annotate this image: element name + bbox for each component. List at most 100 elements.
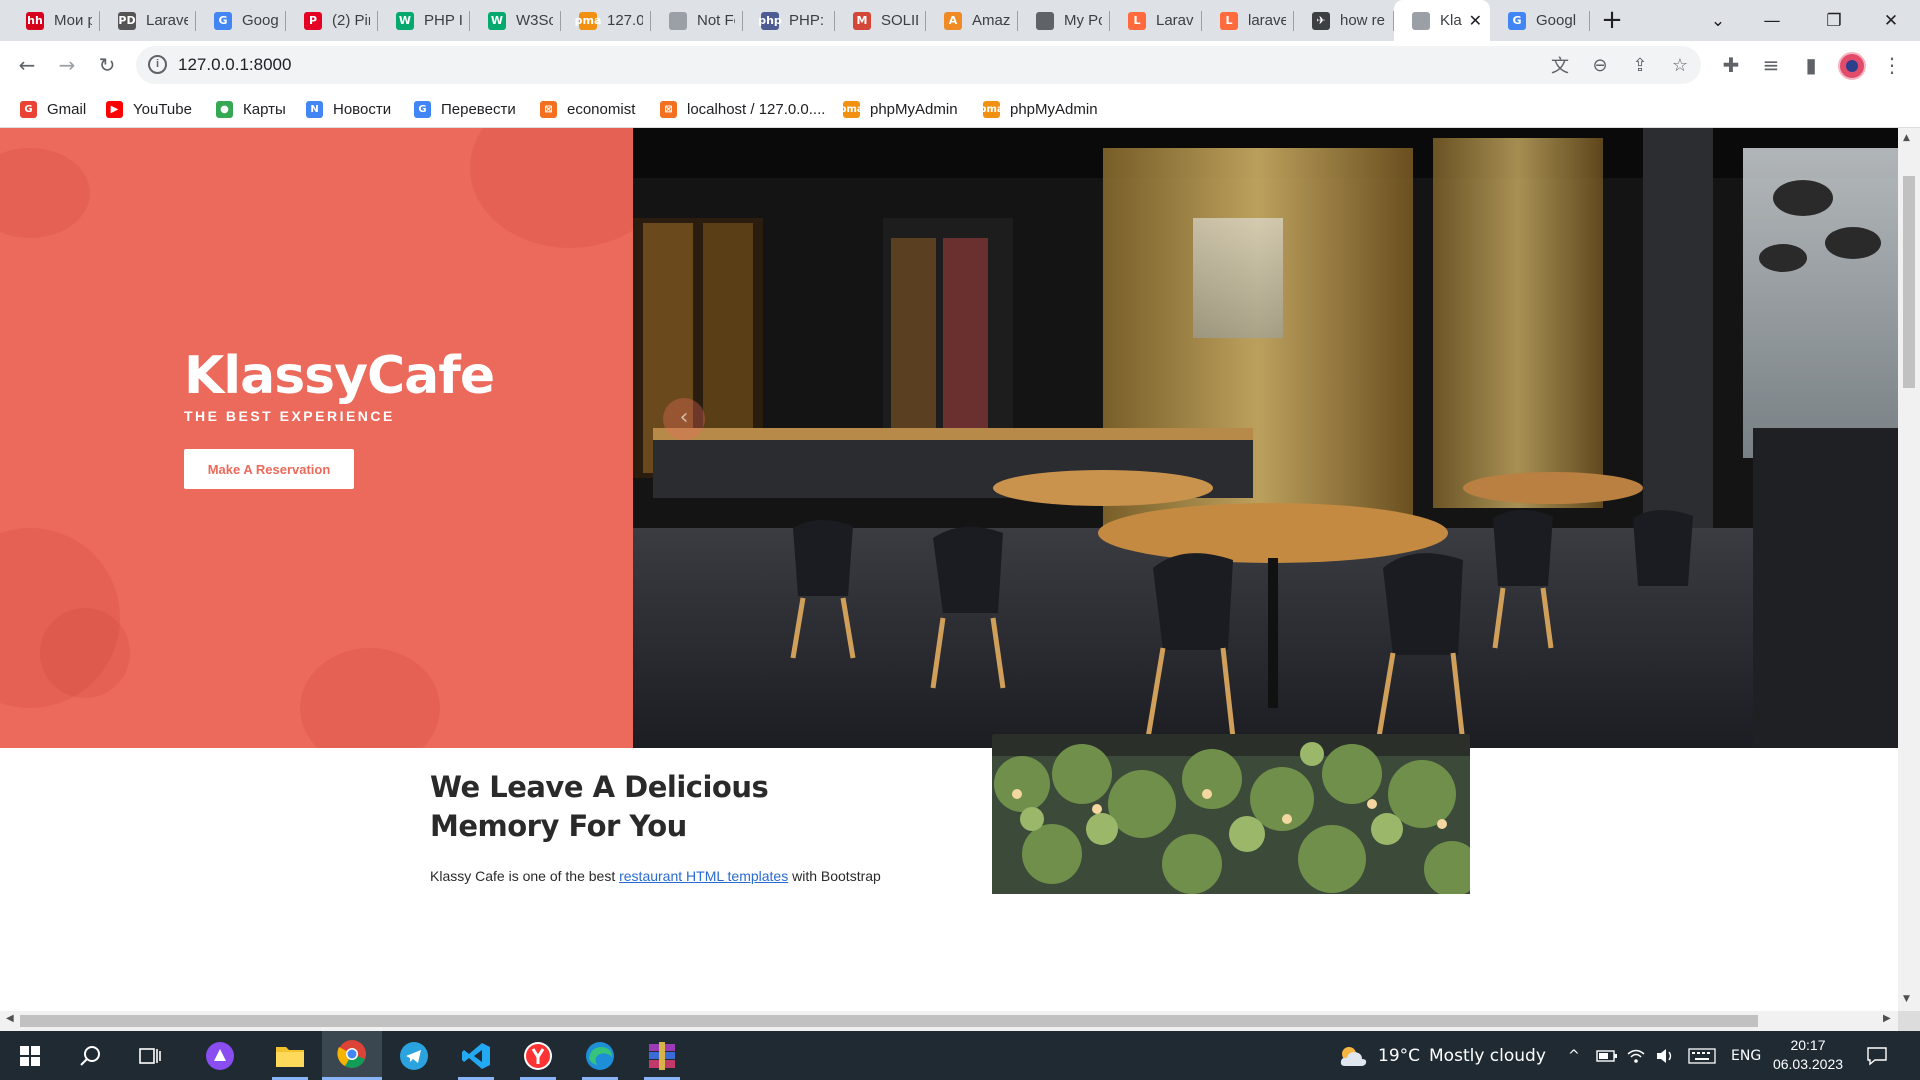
restore-button[interactable]: ❐: [1806, 0, 1862, 41]
make-reservation-button[interactable]: Make A Reservation: [184, 449, 354, 489]
bookmark-item[interactable]: ⊠ economist: [540, 97, 635, 121]
tab[interactable]: hh Мои р: [8, 0, 100, 41]
search-icon[interactable]: [60, 1031, 120, 1080]
tab[interactable]: P (2) Pin: [286, 0, 378, 41]
tab-favicon-icon: [669, 11, 687, 30]
about-text: Klassy Cafe is one of the best restauran…: [430, 868, 881, 884]
extensions-icon[interactable]: ✚: [1714, 48, 1748, 82]
tab-title: W3Sch: [516, 12, 553, 29]
restaurant-templates-link[interactable]: restaurant HTML templates: [619, 868, 788, 884]
address-bar[interactable]: i 127.0.0.1:8000 文 ⊖ ⇪ ☆: [136, 46, 1701, 84]
tab[interactable]: W PHP It: [378, 0, 470, 41]
bookmark-item[interactable]: pma phpMyAdmin: [839, 97, 958, 121]
keyboard-icon[interactable]: [1688, 1031, 1716, 1080]
chrome-taskbar-icon[interactable]: [322, 1031, 382, 1080]
bookmark-icon: G: [414, 100, 431, 118]
file-explorer-icon[interactable]: [260, 1031, 320, 1080]
translate-icon[interactable]: 文: [1547, 52, 1573, 78]
tab[interactable]: My Po: [1018, 0, 1110, 41]
slider-prev-button[interactable]: ‹: [663, 398, 705, 440]
back-icon[interactable]: ←: [10, 48, 44, 82]
tab[interactable]: M SOLID: [835, 0, 926, 41]
language-indicator[interactable]: ENG: [1731, 1031, 1761, 1080]
bookmark-item[interactable]: ● Карты: [216, 97, 286, 121]
scroll-right-icon[interactable]: ▶: [1883, 1013, 1891, 1024]
tab-close-icon[interactable]: ✕: [1463, 11, 1482, 31]
weather-widget[interactable]: 19°C Mostly cloudy: [1338, 1031, 1546, 1080]
tab[interactable]: pma 127.0.: [561, 0, 651, 41]
tab-title: (2) Pin: [332, 12, 370, 29]
profile-avatar[interactable]: [1838, 52, 1866, 80]
menu-icon[interactable]: ⋮: [1875, 48, 1909, 82]
reload-icon[interactable]: ↻: [90, 48, 124, 82]
tab[interactable]: php PHP: C: [743, 0, 835, 41]
bookmark-label: phpMyAdmin: [1010, 100, 1098, 118]
reading-list-icon[interactable]: ≡: [1754, 48, 1788, 82]
tab[interactable]: L Larave: [1110, 0, 1202, 41]
tab-favicon-icon: L: [1220, 11, 1238, 30]
bookmark-icon: ▶: [106, 100, 123, 118]
tab[interactable]: A Amazo: [926, 0, 1018, 41]
vertical-scroll-thumb[interactable]: [1903, 176, 1915, 388]
wifi-icon[interactable]: [1626, 1031, 1646, 1080]
bookmark-item[interactable]: G Перевести: [414, 97, 516, 121]
horizontal-scrollbar[interactable]: ◀ ▶: [0, 1011, 1898, 1031]
tab-search-chevron-icon[interactable]: ⌄: [1690, 0, 1746, 41]
notifications-icon[interactable]: [1866, 1031, 1888, 1080]
bookmark-icon: N: [306, 100, 323, 118]
site-info-icon[interactable]: i: [148, 55, 167, 74]
telegram-icon[interactable]: [384, 1031, 444, 1080]
bookmark-item[interactable]: pma phpMyAdmin: [979, 97, 1098, 121]
tab-favicon-icon: G: [214, 11, 232, 30]
show-hidden-icons[interactable]: ^: [1568, 1031, 1580, 1080]
horizontal-scroll-thumb[interactable]: [20, 1015, 1758, 1027]
battery-icon[interactable]: [1596, 1031, 1618, 1080]
share-icon[interactable]: ⇪: [1627, 52, 1653, 78]
alice-assistant-icon[interactable]: [190, 1031, 250, 1080]
yandex-browser-icon[interactable]: [508, 1031, 568, 1080]
cloud-icon: [1340, 1046, 1367, 1066]
edge-icon[interactable]: [570, 1031, 630, 1080]
close-window-button[interactable]: ✕: [1863, 0, 1919, 41]
tab[interactable]: W W3Sch: [470, 0, 561, 41]
tab[interactable]: ✈ how re: [1294, 0, 1394, 41]
volume-icon[interactable]: [1655, 1031, 1675, 1080]
zoom-icon[interactable]: ⊖: [1587, 52, 1613, 78]
minimize-button[interactable]: —: [1744, 0, 1800, 41]
bookmark-item[interactable]: N Новости: [306, 97, 391, 121]
tab[interactable]: PD Larave: [100, 0, 196, 41]
tab-favicon-icon: ✈: [1312, 11, 1330, 30]
bookmark-item[interactable]: ⊠ localhost / 127.0.0....: [660, 97, 825, 121]
start-button[interactable]: [0, 1031, 60, 1080]
scroll-left-icon[interactable]: ◀: [6, 1013, 14, 1024]
bookmark-star-icon[interactable]: ☆: [1667, 52, 1693, 78]
bookmark-item[interactable]: ▶ YouTube: [106, 97, 192, 121]
hero-tagline: THE BEST EXPERIENCE: [184, 408, 395, 424]
clock[interactable]: 20:17 06.03.2023: [1770, 1036, 1846, 1074]
about-subtitle-text: ABOUT US: [467, 735, 559, 751]
tab[interactable]: G Googl: [1490, 0, 1590, 41]
site-logo[interactable]: KlassyCafe: [184, 346, 495, 406]
bookmark-label: Gmail: [47, 100, 87, 118]
clock-time: 20:17: [1790, 1037, 1826, 1053]
bookmark-icon: ⊠: [540, 100, 557, 118]
tab-favicon-icon: PD: [118, 11, 136, 30]
about-subtitle: ABOUT US: [430, 735, 558, 751]
tab[interactable]: G Googl: [196, 0, 286, 41]
side-panel-icon[interactable]: ▮: [1794, 48, 1828, 82]
scroll-down-icon[interactable]: ▼: [1903, 994, 1910, 1004]
vertical-scrollbar[interactable]: ▲ ▼: [1898, 128, 1920, 1011]
vscode-icon[interactable]: [446, 1031, 506, 1080]
scroll-up-icon[interactable]: ▲: [1903, 133, 1910, 143]
task-view-icon[interactable]: [120, 1031, 180, 1080]
about-image: [992, 734, 1470, 894]
tab[interactable]: Llaravel: [1202, 0, 1294, 41]
tab-active[interactable]: Kla ✕: [1394, 0, 1490, 41]
tab[interactable]: Not Fo: [651, 0, 743, 41]
forward-icon[interactable]: →: [50, 48, 84, 82]
tab-title: Not Fo: [697, 12, 735, 29]
new-tab-button[interactable]: +: [1597, 6, 1627, 36]
bookmark-item[interactable]: G Gmail: [20, 97, 86, 121]
winrar-icon[interactable]: [632, 1031, 692, 1080]
url-text[interactable]: 127.0.0.1:8000: [178, 55, 291, 75]
